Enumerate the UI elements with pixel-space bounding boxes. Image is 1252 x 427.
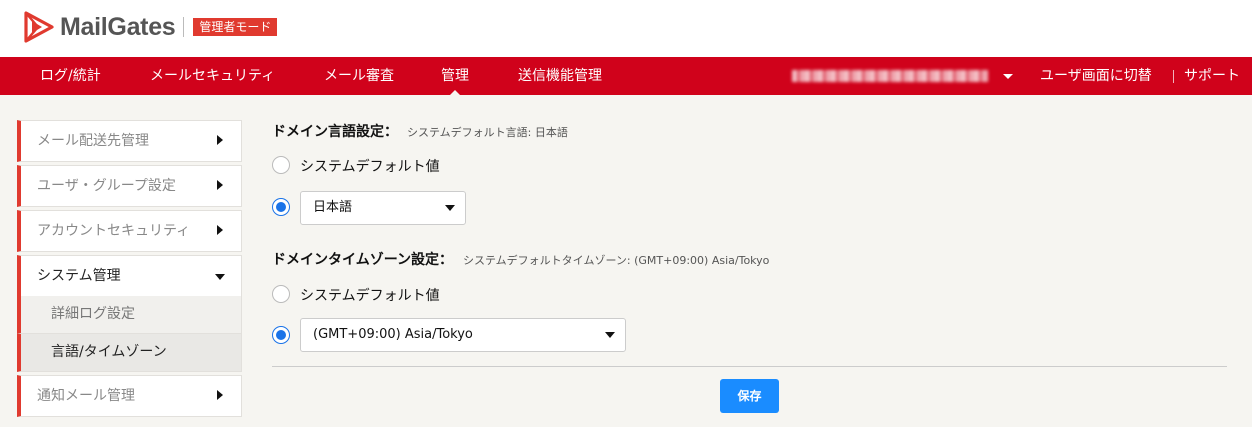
language-default-note: システムデフォルト言語: 日本語 <box>407 126 568 139</box>
chevron-down-icon <box>445 205 455 211</box>
nav-mail-review[interactable]: メール審査 <box>324 57 394 95</box>
sidebar-item-label: 通知メール管理 <box>37 388 135 404</box>
sidebar-item-system-management[interactable]: システム管理 <box>17 255 242 297</box>
nav-sending-features[interactable]: 送信機能管理 <box>518 57 602 95</box>
nav-mail-security[interactable]: メールセキュリティ <box>150 57 275 95</box>
form-divider <box>272 366 1227 367</box>
save-button[interactable]: 保存 <box>720 379 779 413</box>
main-nav: ログ/統計 メールセキュリティ メール審査 管理 送信機能管理 ユーザ画面に切替… <box>0 57 1252 96</box>
chevron-down-icon <box>215 274 225 280</box>
nav-divider <box>1173 70 1174 83</box>
admin-mode-badge: 管理者モード <box>193 18 278 36</box>
chevron-right-icon <box>217 225 223 235</box>
app-header: MailGates 管理者モード <box>0 0 1252 57</box>
sidebar-subitem-detail-log[interactable]: 詳細ログ設定 <box>17 296 242 334</box>
timezone-custom-radio[interactable] <box>272 326 290 344</box>
logo[interactable]: MailGates 管理者モード <box>24 9 278 45</box>
timezone-select[interactable]: (GMT+09:00) Asia/Tokyo <box>300 318 626 352</box>
chevron-right-icon <box>217 180 223 190</box>
language-default-label[interactable]: システムデフォルト値 <box>300 156 440 176</box>
language-section-title: ドメイン言語設定： <box>272 124 398 140</box>
sidebar-item-label: メール配送先管理 <box>37 133 149 149</box>
logo-text: MailGates <box>60 12 176 41</box>
sidebar-item-label: アカウントセキュリティ <box>37 223 191 239</box>
logo-divider <box>183 17 185 37</box>
chevron-right-icon <box>217 390 223 400</box>
sidebar-item-mail-delivery[interactable]: メール配送先管理 <box>17 120 242 162</box>
sidebar-item-label: ユーザ・グループ設定 <box>37 178 176 194</box>
language-select[interactable]: 日本語 <box>300 191 466 225</box>
switch-user-screen-link[interactable]: ユーザ画面に切替 <box>1040 57 1152 95</box>
mailgates-logo-icon <box>24 11 54 43</box>
chevron-right-icon <box>217 135 223 145</box>
sidebar-item-label: システム管理 <box>37 268 121 284</box>
chevron-down-icon <box>605 332 615 338</box>
language-custom-radio[interactable] <box>272 198 290 216</box>
sidebar-subitem-language-timezone[interactable]: 言語/タイムゾーン <box>17 334 242 372</box>
timezone-default-note: システムデフォルトタイムゾーン: (GMT+09:00) Asia/Tokyo <box>463 254 770 267</box>
timezone-default-radio[interactable] <box>272 285 290 303</box>
sidebar-item-notification-mail[interactable]: 通知メール管理 <box>17 375 242 417</box>
language-default-radio[interactable] <box>272 156 290 174</box>
language-select-value: 日本語 <box>313 200 353 215</box>
account-dropdown-icon[interactable] <box>1003 74 1013 79</box>
active-nav-indicator <box>449 90 461 96</box>
sidebar-item-user-group[interactable]: ユーザ・グループ設定 <box>17 165 242 207</box>
sidebar-subitem-label: 言語/タイムゾーン <box>51 344 167 360</box>
account-name-redacted[interactable] <box>792 70 988 82</box>
timezone-select-value: (GMT+09:00) Asia/Tokyo <box>313 327 473 342</box>
sidebar-subitem-label: 詳細ログ設定 <box>51 306 135 322</box>
timezone-default-label[interactable]: システムデフォルト値 <box>300 285 440 305</box>
support-link[interactable]: サポート <box>1184 57 1240 95</box>
sidebar-item-account-security[interactable]: アカウントセキュリティ <box>17 210 242 252</box>
nav-log-stats[interactable]: ログ/統計 <box>40 57 101 95</box>
timezone-section-title: ドメインタイムゾーン設定： <box>272 252 454 268</box>
